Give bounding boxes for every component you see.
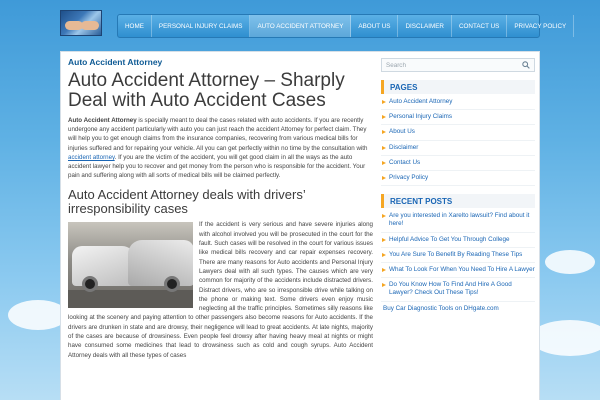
hand-icon: [81, 21, 99, 30]
page-link-item[interactable]: Personal Injury Claims: [381, 113, 535, 126]
cloud-decoration: [8, 300, 68, 330]
post-body: If the accident is very serious and have…: [68, 220, 373, 359]
page-link-item[interactable]: Disclaimer: [381, 144, 535, 156]
search-placeholder: Search: [386, 61, 406, 69]
dhgate-link[interactable]: Buy Car Diagnostic Tools on DHgate.com: [381, 305, 535, 312]
page-link-item[interactable]: About Us: [381, 128, 535, 141]
recent-posts-title: RECENT POSTS: [381, 194, 535, 209]
nav-item-disclaimer[interactable]: DISCLAIMER: [398, 15, 452, 37]
recent-posts-list: Are you interested in Xarelto lawsuit? F…: [381, 212, 535, 302]
search-icon[interactable]: [522, 61, 530, 69]
page-link-item[interactable]: Privacy Policy: [381, 174, 535, 187]
nav-item-auto-accident-attorney[interactable]: AUTO ACCIDENT ATTORNEY: [250, 15, 352, 37]
nav-item-personal-injury-claims[interactable]: PERSONAL INJURY CLAIMS: [152, 15, 251, 37]
car-crash-photo: [68, 222, 193, 309]
post-title: Auto Accident Attorney – Sharply Deal wi…: [68, 70, 345, 111]
pages-widget-title: PAGES: [381, 80, 535, 94]
intro-bold: Auto Accident Attorney: [68, 117, 137, 124]
cloud-decoration: [530, 320, 600, 356]
nav-item-home[interactable]: HOME: [118, 15, 152, 37]
site-logo[interactable]: [60, 10, 102, 36]
search-input[interactable]: Search: [381, 58, 535, 72]
nav-item-about-us[interactable]: ABOUT US: [351, 15, 399, 37]
nav-item-privacy-policy[interactable]: PRIVACY POLICY: [507, 15, 575, 37]
page-link-item[interactable]: Auto Accident Attorney: [381, 98, 535, 111]
post-category[interactable]: Auto Accident Attorney: [68, 57, 373, 67]
cloud-decoration: [545, 250, 595, 274]
post-column: Auto Accident Attorney Auto Accident Att…: [68, 57, 373, 360]
recent-post-item[interactable]: Helpful Advice To Get You Through Colleg…: [381, 236, 535, 248]
recent-post-item[interactable]: Do You Know How To Find And Hire A Good …: [381, 281, 535, 302]
post-intro: Auto Accident Attorney is specially mean…: [68, 116, 373, 180]
accident-attorney-link[interactable]: accident attorney: [68, 154, 115, 161]
recent-post-item[interactable]: Are you interested in Xarelto lawsuit? F…: [381, 212, 535, 233]
pages-list: Auto Accident Attorney Personal Injury Cl…: [381, 98, 535, 187]
recent-post-item[interactable]: What To Look For When You Need To Hire A…: [381, 266, 535, 279]
recent-post-item[interactable]: You Are Sure To Benefit By Reading These…: [381, 251, 535, 264]
sidebar: Search PAGES Auto Accident Attorney Perso…: [381, 58, 535, 312]
page-link-item[interactable]: Contact Us: [381, 159, 535, 172]
content-panel: Auto Accident Attorney Auto Accident Att…: [60, 51, 540, 400]
main-navigation: HOME PERSONAL INJURY CLAIMS AUTO ACCIDENT …: [117, 14, 575, 38]
post-subheading: Auto Accident Attorney deals with driver…: [68, 187, 306, 217]
nav-item-contact-us[interactable]: CONTACT US: [452, 15, 508, 37]
